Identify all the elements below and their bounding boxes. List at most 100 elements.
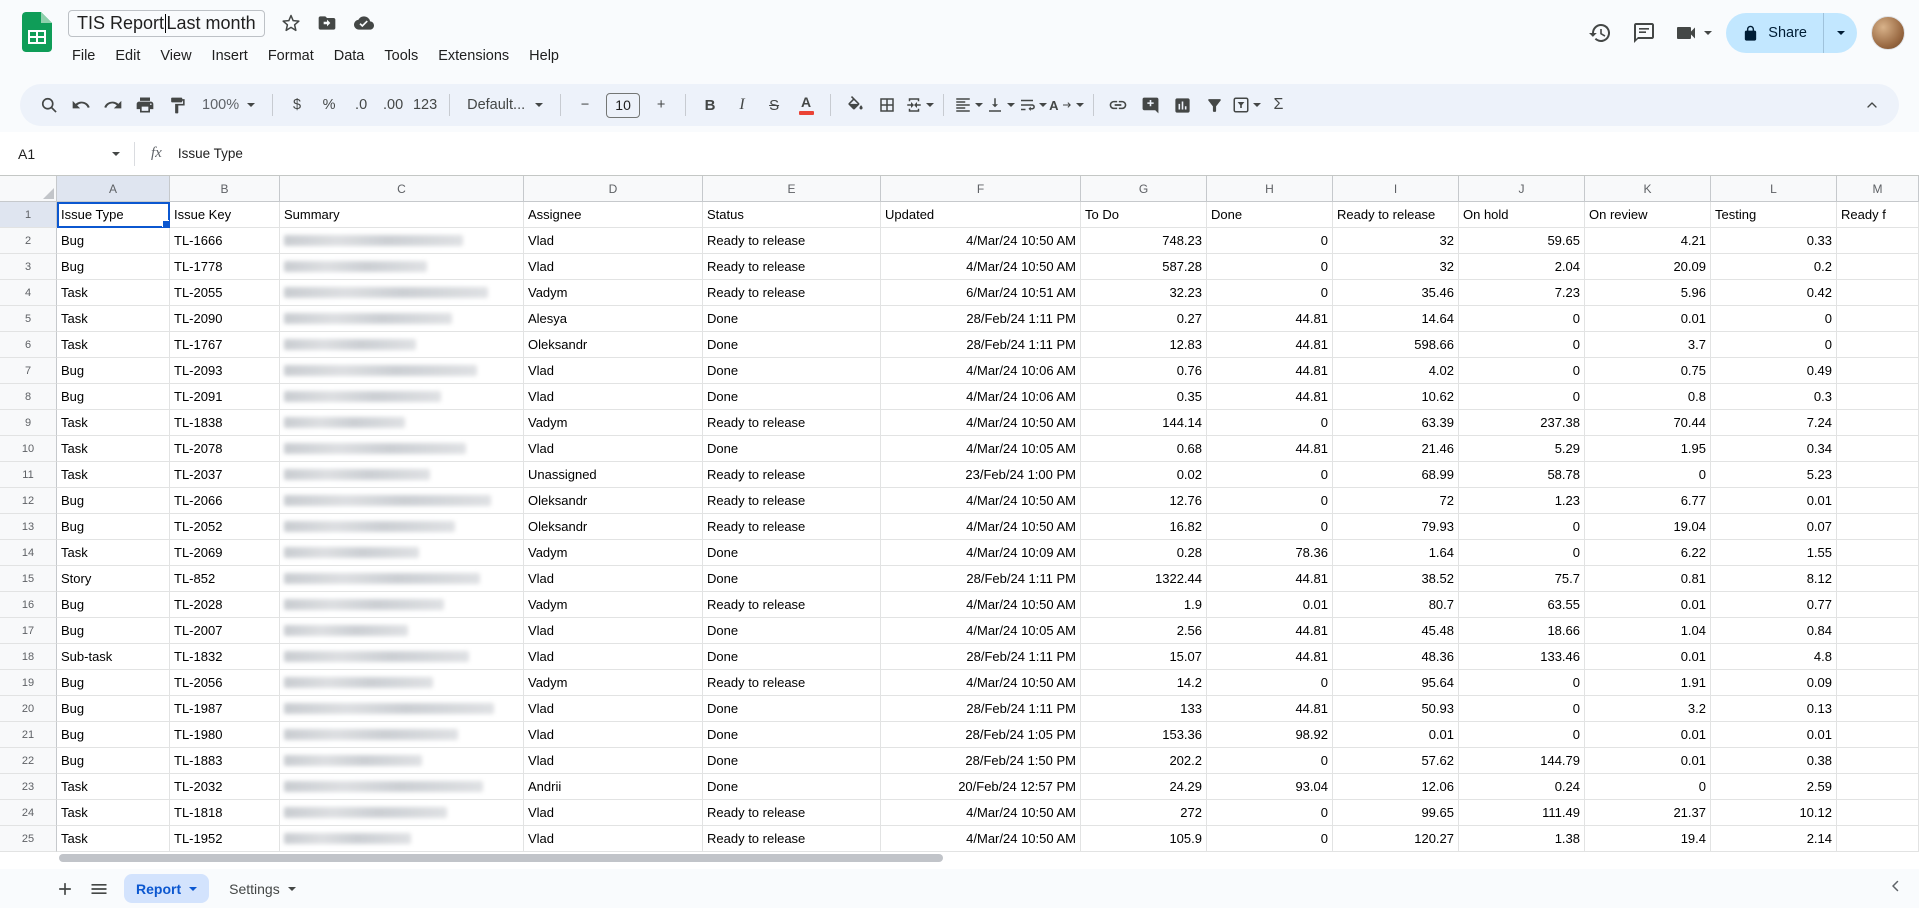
cell-M16[interactable]	[1837, 592, 1919, 618]
sheets-logo-icon[interactable]	[22, 12, 52, 52]
cell-F8[interactable]: 4/Mar/24 10:06 AM	[881, 384, 1081, 410]
cell-B8[interactable]: TL-2091	[170, 384, 280, 410]
cell-C25[interactable]	[280, 826, 524, 852]
cell-E23[interactable]: Done	[703, 774, 881, 800]
menu-format[interactable]: Format	[258, 42, 324, 70]
cell-J10[interactable]: 5.29	[1459, 436, 1585, 462]
cell-J16[interactable]: 63.55	[1459, 592, 1585, 618]
cell-E19[interactable]: Ready to release	[703, 670, 881, 696]
cell-I25[interactable]: 120.27	[1333, 826, 1459, 852]
cell-F13[interactable]: 4/Mar/24 10:50 AM	[881, 514, 1081, 540]
cell-I10[interactable]: 21.46	[1333, 436, 1459, 462]
column-header-H[interactable]: H	[1207, 176, 1333, 202]
cell-C14[interactable]	[280, 540, 524, 566]
row-header-9[interactable]: 9	[0, 410, 57, 436]
cell-C10[interactable]	[280, 436, 524, 462]
cell-G17[interactable]: 2.56	[1081, 618, 1207, 644]
cell-F5[interactable]: 28/Feb/24 1:11 PM	[881, 306, 1081, 332]
paint-format-icon[interactable]	[162, 90, 192, 120]
cell-J7[interactable]: 0	[1459, 358, 1585, 384]
cell-J24[interactable]: 111.49	[1459, 800, 1585, 826]
print-icon[interactable]	[130, 90, 160, 120]
cell-A17[interactable]: Bug	[57, 618, 170, 644]
cell-M7[interactable]	[1837, 358, 1919, 384]
currency-format-button[interactable]: $	[282, 90, 312, 120]
cell-I23[interactable]: 12.06	[1333, 774, 1459, 800]
cell-E7[interactable]: Done	[703, 358, 881, 384]
cell-E9[interactable]: Ready to release	[703, 410, 881, 436]
cell-J3[interactable]: 2.04	[1459, 254, 1585, 280]
cell-C7[interactable]	[280, 358, 524, 384]
insert-comment-icon[interactable]	[1135, 90, 1165, 120]
cell-F10[interactable]: 4/Mar/24 10:05 AM	[881, 436, 1081, 462]
cell-D1[interactable]: Assignee	[524, 202, 703, 228]
cell-C5[interactable]	[280, 306, 524, 332]
cell-A21[interactable]: Bug	[57, 722, 170, 748]
row-header-8[interactable]: 8	[0, 384, 57, 410]
cell-J22[interactable]: 144.79	[1459, 748, 1585, 774]
cell-J19[interactable]: 0	[1459, 670, 1585, 696]
borders-icon[interactable]	[872, 90, 902, 120]
cell-M14[interactable]	[1837, 540, 1919, 566]
cell-G1[interactable]: To Do	[1081, 202, 1207, 228]
cell-H10[interactable]: 44.81	[1207, 436, 1333, 462]
cell-D24[interactable]: Vlad	[524, 800, 703, 826]
cell-L24[interactable]: 10.12	[1711, 800, 1837, 826]
star-icon[interactable]	[281, 13, 301, 33]
cell-E16[interactable]: Ready to release	[703, 592, 881, 618]
column-header-D[interactable]: D	[524, 176, 703, 202]
cell-D8[interactable]: Vlad	[524, 384, 703, 410]
cell-H18[interactable]: 44.81	[1207, 644, 1333, 670]
cell-M2[interactable]	[1837, 228, 1919, 254]
cell-D11[interactable]: Unassigned	[524, 462, 703, 488]
percent-format-button[interactable]: %	[314, 90, 344, 120]
cell-C2[interactable]	[280, 228, 524, 254]
cell-E24[interactable]: Ready to release	[703, 800, 881, 826]
cell-F19[interactable]: 4/Mar/24 10:50 AM	[881, 670, 1081, 696]
cell-A19[interactable]: Bug	[57, 670, 170, 696]
cell-B11[interactable]: TL-2037	[170, 462, 280, 488]
cell-E20[interactable]: Done	[703, 696, 881, 722]
cell-K11[interactable]: 0	[1585, 462, 1711, 488]
cell-K10[interactable]: 1.95	[1585, 436, 1711, 462]
chevron-left-icon[interactable]	[1887, 877, 1905, 900]
cell-D10[interactable]: Vlad	[524, 436, 703, 462]
cell-D18[interactable]: Vlad	[524, 644, 703, 670]
menu-view[interactable]: View	[150, 42, 201, 70]
row-header-7[interactable]: 7	[0, 358, 57, 384]
functions-icon[interactable]: Σ	[1263, 90, 1293, 120]
column-header-J[interactable]: J	[1459, 176, 1585, 202]
cell-K12[interactable]: 6.77	[1585, 488, 1711, 514]
cell-B7[interactable]: TL-2093	[170, 358, 280, 384]
cell-K15[interactable]: 0.81	[1585, 566, 1711, 592]
cell-E1[interactable]: Status	[703, 202, 881, 228]
text-wrap-icon[interactable]	[1017, 90, 1047, 120]
menu-extensions[interactable]: Extensions	[428, 42, 519, 70]
increase-font-size-button[interactable]: +	[646, 90, 676, 120]
cell-E25[interactable]: Ready to release	[703, 826, 881, 852]
cell-J20[interactable]: 0	[1459, 696, 1585, 722]
cell-B4[interactable]: TL-2055	[170, 280, 280, 306]
cell-K22[interactable]: 0.01	[1585, 748, 1711, 774]
cell-M23[interactable]	[1837, 774, 1919, 800]
cell-E12[interactable]: Ready to release	[703, 488, 881, 514]
cell-D6[interactable]: Oleksandr	[524, 332, 703, 358]
cell-K9[interactable]: 70.44	[1585, 410, 1711, 436]
cell-A16[interactable]: Bug	[57, 592, 170, 618]
font-size-input[interactable]: 10	[606, 93, 640, 118]
cell-K7[interactable]: 0.75	[1585, 358, 1711, 384]
cell-E11[interactable]: Ready to release	[703, 462, 881, 488]
cell-H21[interactable]: 98.92	[1207, 722, 1333, 748]
cell-K23[interactable]: 0	[1585, 774, 1711, 800]
cell-B25[interactable]: TL-1952	[170, 826, 280, 852]
cell-A5[interactable]: Task	[57, 306, 170, 332]
cell-K16[interactable]: 0.01	[1585, 592, 1711, 618]
cell-I6[interactable]: 598.66	[1333, 332, 1459, 358]
cell-M21[interactable]	[1837, 722, 1919, 748]
cell-F9[interactable]: 4/Mar/24 10:50 AM	[881, 410, 1081, 436]
row-header-23[interactable]: 23	[0, 774, 57, 800]
cell-E15[interactable]: Done	[703, 566, 881, 592]
cell-K8[interactable]: 0.8	[1585, 384, 1711, 410]
cell-D7[interactable]: Vlad	[524, 358, 703, 384]
cell-F4[interactable]: 6/Mar/24 10:51 AM	[881, 280, 1081, 306]
